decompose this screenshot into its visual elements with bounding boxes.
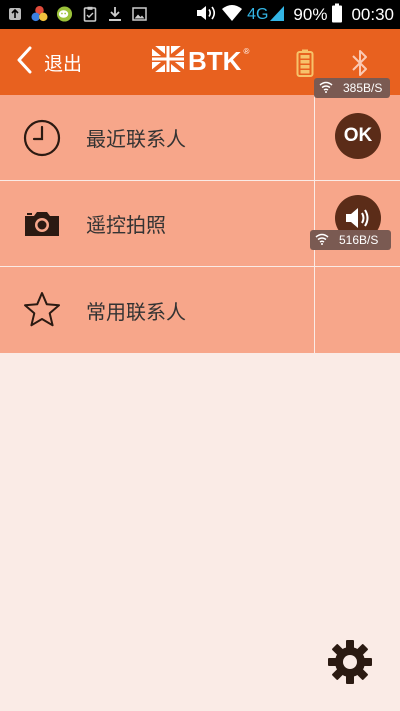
network-speed-badge: 385B/S	[314, 78, 390, 98]
menu-item-remote-photo[interactable]: 遥控拍照	[0, 181, 400, 267]
device-battery-icon	[296, 49, 314, 81]
image-icon	[131, 4, 148, 24]
speed-value: 516B/S	[339, 233, 379, 247]
ok-label: OK	[343, 125, 373, 146]
btk-logo: BTK ®	[150, 44, 250, 76]
logo-text: BTK ®	[188, 45, 250, 76]
vertical-divider	[314, 95, 315, 180]
chevron-left-icon	[16, 46, 32, 78]
menu-item-favorite-contacts[interactable]: 常用联系人	[0, 267, 400, 353]
star-icon	[22, 290, 62, 330]
color-balls-icon	[31, 4, 48, 24]
union-jack-icon	[150, 44, 186, 76]
menu-item-recent-contacts[interactable]: 最近联系人 OK	[0, 95, 400, 181]
network-speed-badge: 516B/S	[310, 230, 391, 250]
clock-icon	[22, 118, 62, 158]
ok-button[interactable]: OK	[335, 113, 381, 159]
clock-time: 00:30	[351, 4, 394, 24]
signal-icon	[269, 4, 285, 26]
menu-item-label: 遥控拍照	[86, 213, 166, 237]
notification-icons	[6, 4, 148, 24]
usb-icon	[6, 4, 23, 24]
back-label: 退出	[44, 52, 83, 75]
battery-icon	[331, 3, 343, 27]
wifi-icon	[221, 4, 243, 26]
wifi-icon	[319, 81, 333, 96]
clipboard-icon	[81, 4, 98, 24]
volume-icon	[195, 4, 217, 26]
vertical-divider	[314, 181, 315, 266]
battery-percent: 90%	[293, 4, 328, 24]
download-icon	[106, 4, 123, 24]
camera-icon	[22, 204, 62, 244]
wifi-icon	[315, 233, 329, 248]
wechat-icon	[56, 4, 73, 24]
menu-item-label: 常用联系人	[86, 299, 186, 324]
vertical-divider	[314, 267, 315, 353]
bluetooth-icon[interactable]	[350, 48, 370, 82]
settings-gear-icon[interactable]	[326, 638, 374, 686]
menu-item-label: 最近联系人	[86, 127, 186, 151]
back-button[interactable]: 退出	[16, 44, 82, 80]
status-bar: 4G 90% 00:30	[0, 0, 400, 29]
speed-value: 385B/S	[343, 81, 383, 95]
menu-list: 最近联系人 OK 遥控拍照 常用联系人	[0, 95, 400, 353]
network-type: 4G	[247, 5, 269, 23]
